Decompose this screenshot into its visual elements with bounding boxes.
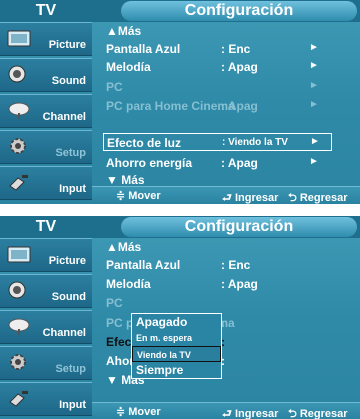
speaker-icon [8,281,26,299]
option-always[interactable]: Siempre [132,362,221,378]
chevron-right-icon: ► [309,80,319,91]
header-bar: TV Configuración [0,0,360,22]
sidebar-item-channel[interactable]: Channel [0,310,92,344]
sidebar-item-label: Sound [51,75,86,87]
option-standby[interactable]: En m. espera [132,330,221,346]
hint-enter: ⮐ Ingresar [222,192,279,204]
sidebar-item-label: Picture [48,39,86,51]
sidebar-item-label: Sound [51,291,86,303]
sidebar-item-label: Input [59,399,86,411]
hint-return: ⮌ Regresar [288,408,348,419]
sidebar-item-picture[interactable]: Picture [0,238,92,272]
sidebar-item-setup[interactable]: Setup [0,346,92,380]
picture-icon [7,246,31,263]
option-off[interactable]: Apagado [132,314,221,330]
chevron-right-icon: ► [309,99,319,110]
footer-hints: ≑ Mover ⮐ Ingresar ⮌ Regresar [92,186,360,204]
sidebar-item-label: Picture [48,255,86,267]
sidebar-item-input[interactable]: Input [0,166,92,200]
speaker-icon [8,65,26,83]
hint-enter: ⮐ Ingresar [222,408,279,419]
hint-move: ≑ Mover [116,190,161,202]
satellite-dish-icon [8,318,30,335]
scroll-up-more[interactable]: ▲Más [103,238,358,256]
sidebar-item-label: Input [59,183,86,195]
scroll-up-more[interactable]: ▲Más [103,22,358,40]
gear-icon [10,138,26,154]
sidebar-item-input[interactable]: Input [0,382,92,416]
setting-melody[interactable]: Melodía : Apag ► [103,58,358,76]
tv-label: TV [35,2,57,19]
light-effect-dropdown: Apagado En m. espera Viendo la TV Siempr… [131,313,222,379]
sidebar: Picture Sound Channel Setup Input [0,238,92,419]
sidebar-item-picture[interactable]: Picture [0,22,92,56]
gear-icon [10,354,26,370]
sidebar-item-sound[interactable]: Sound [0,58,92,92]
hint-return: ⮌ Regresar [288,192,348,204]
page-title: Configuración [121,1,357,21]
setting-pc: PC [106,296,123,310]
hint-move: ≑ Mover [116,406,161,418]
sidebar-item-label: Setup [55,363,86,375]
tv-label: TV [35,218,57,235]
sidebar: Picture Sound Channel Setup Input [0,22,92,204]
menu-panel-bottom: TV Configuración Picture Sound Channel S… [0,216,360,419]
setting-energy-saving[interactable]: Ahorro energía : Apag ► [103,154,358,172]
header-bar: TV Configuración [0,216,360,238]
sidebar-item-sound[interactable]: Sound [0,274,92,308]
chevron-right-icon: ► [309,42,319,53]
chevron-right-icon: ► [309,156,319,167]
setting-blue-screen: Pantalla Azul : Enc [106,258,251,272]
option-watching-tv[interactable]: Viendo la TV [132,346,221,362]
sidebar-item-channel[interactable]: Channel [0,94,92,128]
setting-melody: Melodía : Apag [106,277,258,291]
footer-hints: ≑ Mover ⮐ Ingresar ⮌ Regresar [92,402,360,419]
sidebar-item-setup[interactable]: Setup [0,130,92,164]
chevron-right-icon: ► [310,136,320,147]
picture-icon [7,30,31,47]
sidebar-item-label: Channel [42,111,86,123]
plug-icon [9,391,28,407]
plug-icon [9,175,28,191]
menu-panel-top: TV Configuración Picture Sound Channel S… [0,0,360,204]
setting-pc: PC ► [106,80,319,94]
page-title: Configuración [121,217,357,237]
setting-light-effect[interactable]: Efecto de luz : Viendo la TV ► [103,133,332,151]
setting-blue-screen[interactable]: Pantalla Azul : Enc ► [103,40,358,58]
setting-pc-home-cinema: PC para Home Cinema : Apag ► [106,99,319,113]
chevron-right-icon: ► [309,60,319,71]
sidebar-item-label: Setup [55,147,86,159]
sidebar-item-label: Channel [42,327,86,339]
satellite-dish-icon [8,102,30,119]
